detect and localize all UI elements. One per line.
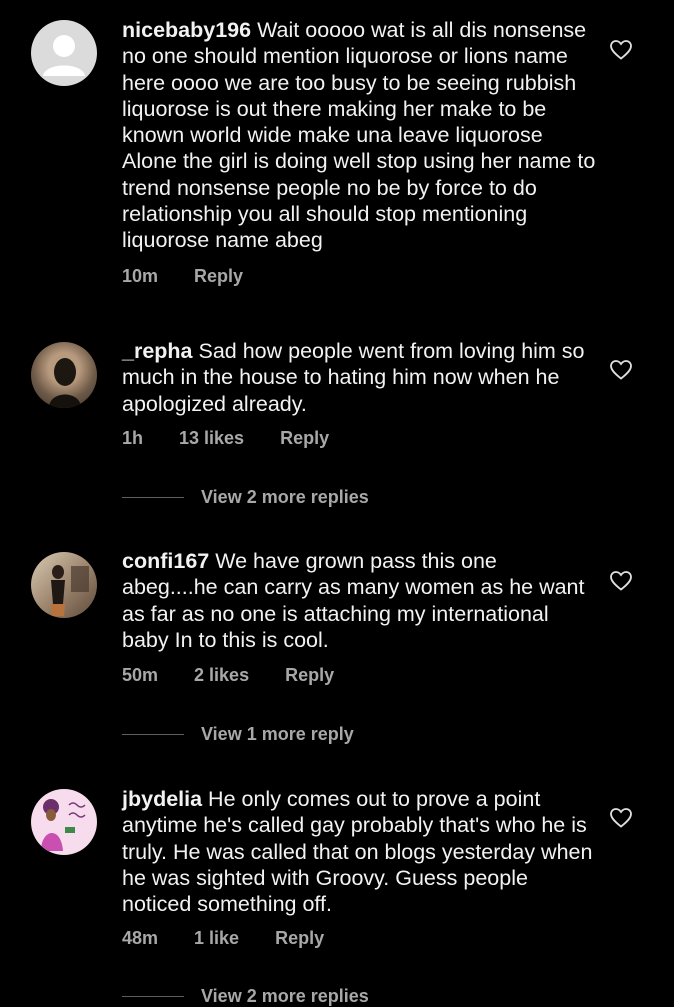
view-replies-button[interactable]: View 1 more reply <box>122 724 354 745</box>
comment-username[interactable]: nicebaby196 <box>122 18 251 42</box>
comment-time: 1h <box>122 428 144 448</box>
profile-photo-icon <box>51 565 89 616</box>
illustration-avatar-icon <box>41 799 86 851</box>
heart-icon[interactable] <box>609 806 633 830</box>
comment-meta: 50m 2 likes Reply <box>122 665 370 686</box>
heart-icon[interactable] <box>609 569 633 593</box>
user-avatar[interactable] <box>31 789 97 855</box>
comment-username[interactable]: _repha <box>122 339 193 363</box>
comment-body: nicebaby196 Wait ooooo wat is all dis no… <box>122 17 597 254</box>
profile-photo-icon <box>49 358 81 408</box>
comment-body: _repha Sad how people went from loving h… <box>122 338 597 417</box>
reply-button[interactable]: Reply <box>285 665 334 686</box>
comment-username[interactable]: confi167 <box>122 549 209 573</box>
person-icon <box>43 35 85 76</box>
divider <box>122 996 184 997</box>
user-avatar[interactable] <box>31 552 97 618</box>
comment-body: confi167 We have grown pass this one abe… <box>122 548 597 653</box>
comment-likes[interactable]: 13 likes <box>179 428 244 449</box>
view-replies-label[interactable]: View 1 more reply <box>201 724 354 745</box>
heart-icon[interactable] <box>609 38 633 62</box>
comment-meta: 10m Reply <box>122 266 279 287</box>
comment-text: Wait ooooo wat is all dis nonsense no on… <box>122 18 596 253</box>
reply-button[interactable]: Reply <box>280 428 329 449</box>
heart-icon[interactable] <box>609 358 633 382</box>
reply-button[interactable]: Reply <box>194 266 243 287</box>
view-replies-label[interactable]: View 2 more replies <box>201 986 369 1007</box>
reply-button[interactable]: Reply <box>275 928 324 949</box>
view-replies-button[interactable]: View 2 more replies <box>122 986 369 1007</box>
comment-username[interactable]: jbydelia <box>122 787 202 811</box>
comment-likes[interactable]: 1 like <box>194 928 239 949</box>
divider <box>122 497 184 498</box>
view-replies-label[interactable]: View 2 more replies <box>201 487 369 508</box>
divider <box>122 734 184 735</box>
comment-time: 48m <box>122 928 159 948</box>
default-avatar[interactable] <box>31 20 97 86</box>
comment-body: jbydelia He only comes out to prove a po… <box>122 786 597 917</box>
view-replies-button[interactable]: View 2 more replies <box>122 487 369 508</box>
comment-meta: 1h 13 likes Reply <box>122 428 365 449</box>
comment-time: 10m <box>122 266 159 286</box>
comment-time: 50m <box>122 665 159 685</box>
comment-meta: 48m 1 like Reply <box>122 928 360 949</box>
user-avatar[interactable] <box>31 342 97 408</box>
comment-likes[interactable]: 2 likes <box>194 665 249 686</box>
